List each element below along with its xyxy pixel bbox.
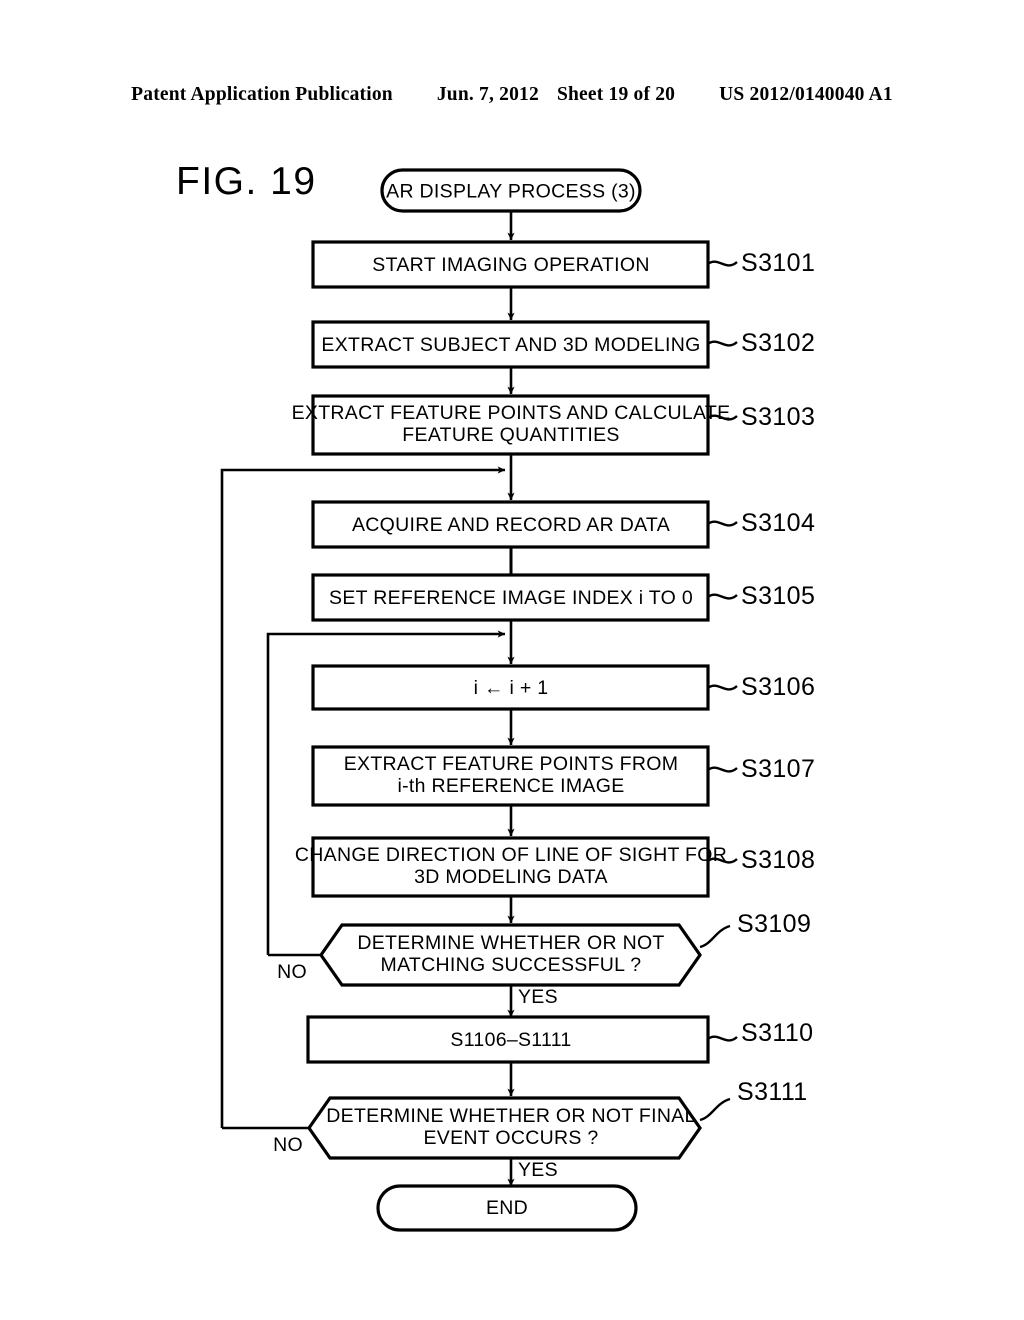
leader-s3111 xyxy=(699,1097,731,1122)
leader-s3109 xyxy=(699,924,731,949)
s3108-label-line-1: CHANGE DIRECTION OF LINE OF SIGHT FOR xyxy=(295,844,727,866)
node-s3106: i ← i + 1 xyxy=(311,664,710,711)
s3107-label-line-2: i-th REFERENCE IMAGE xyxy=(397,775,624,797)
step-number-s3107: S3107 xyxy=(741,755,815,783)
s3102-label-line-1: EXTRACT SUBJECT AND 3D MODELING xyxy=(321,334,700,356)
flowchart-diagram: AR DISPLAY PROCESS (3) START IMAGING OPE… xyxy=(220,168,815,1232)
s3109-label-line-1: DETERMINE WHETHER OR NOT xyxy=(357,932,664,954)
s3104-label-line-1: ACQUIRE AND RECORD AR DATA xyxy=(352,514,670,536)
s3109-label-line-2: MATCHING SUCCESSFUL ? xyxy=(381,954,642,976)
node-end: END xyxy=(376,1184,638,1232)
node-s3105: SET REFERENCE IMAGE INDEX i TO 0 xyxy=(311,573,710,622)
step-number-s3109: S3109 xyxy=(737,910,811,938)
step-number-s3101: S3101 xyxy=(741,249,815,277)
s3106-label-line-1: i ← i + 1 xyxy=(474,677,549,699)
s3103-label-line-2: FEATURE QUANTITIES xyxy=(402,424,619,446)
end-terminator-label: END xyxy=(486,1197,528,1219)
leader-s3106 xyxy=(707,684,738,691)
step-number-s3104: S3104 xyxy=(741,509,815,537)
leader-s3110 xyxy=(707,1035,738,1042)
s3108-label-line-2: 3D MODELING DATA xyxy=(414,866,608,888)
s3105-label-line-1: SET REFERENCE IMAGE INDEX i TO 0 xyxy=(329,587,693,609)
step-number-s3103: S3103 xyxy=(741,403,815,431)
step-number-s3110: S3110 xyxy=(741,1019,813,1047)
s3107-label-line-1: EXTRACT FEATURE POINTS FROM xyxy=(344,753,679,775)
leader-s3102 xyxy=(707,340,738,347)
node-s3111: DETERMINE WHETHER OR NOT FINAL EVENT OCC… xyxy=(307,1096,702,1160)
branch-label-s3111-no: NO xyxy=(273,1134,303,1156)
step-number-s3102: S3102 xyxy=(741,329,815,357)
s3103-label-line-1: EXTRACT FEATURE POINTS AND CALCULATE xyxy=(292,402,731,424)
node-s3110: S1106–S1111 xyxy=(306,1015,710,1064)
node-start: AR DISPLAY PROCESS (3) xyxy=(380,168,642,213)
leader-s3104 xyxy=(707,520,738,527)
leader-s3107 xyxy=(707,766,738,773)
branch-label-s3109-yes: YES xyxy=(518,986,558,1008)
step-number-s3105: S3105 xyxy=(741,582,815,610)
leader-s3105 xyxy=(707,593,738,600)
node-s3101: START IMAGING OPERATION xyxy=(311,240,710,289)
s3111-label-line-1: DETERMINE WHETHER OR NOT FINAL xyxy=(326,1105,695,1127)
s3101-label-line-1: START IMAGING OPERATION xyxy=(372,254,649,276)
node-s3108: CHANGE DIRECTION OF LINE OF SIGHT FOR 3D… xyxy=(295,836,727,898)
node-s3104: ACQUIRE AND RECORD AR DATA xyxy=(311,500,710,549)
node-s3107: EXTRACT FEATURE POINTS FROM i-th REFEREN… xyxy=(311,745,710,807)
s3111-label-line-2: EVENT OCCURS ? xyxy=(423,1127,598,1149)
branch-label-s3109-no: NO xyxy=(277,961,307,983)
s3110-label-line-1: S1106–S1111 xyxy=(450,1029,571,1051)
branch-label-s3111-yes: YES xyxy=(518,1159,558,1181)
leader-s3101 xyxy=(707,260,738,267)
node-s3102: EXTRACT SUBJECT AND 3D MODELING xyxy=(311,320,710,369)
node-s3109: DETERMINE WHETHER OR NOT MATCHING SUCCES… xyxy=(319,923,702,987)
step-number-s3106: S3106 xyxy=(741,673,815,701)
start-terminator-label: AR DISPLAY PROCESS (3) xyxy=(386,181,636,203)
node-s3103: EXTRACT FEATURE POINTS AND CALCULATE FEA… xyxy=(292,394,731,456)
step-number-s3108: S3108 xyxy=(741,846,815,874)
step-number-s3111: S3111 xyxy=(737,1078,808,1106)
